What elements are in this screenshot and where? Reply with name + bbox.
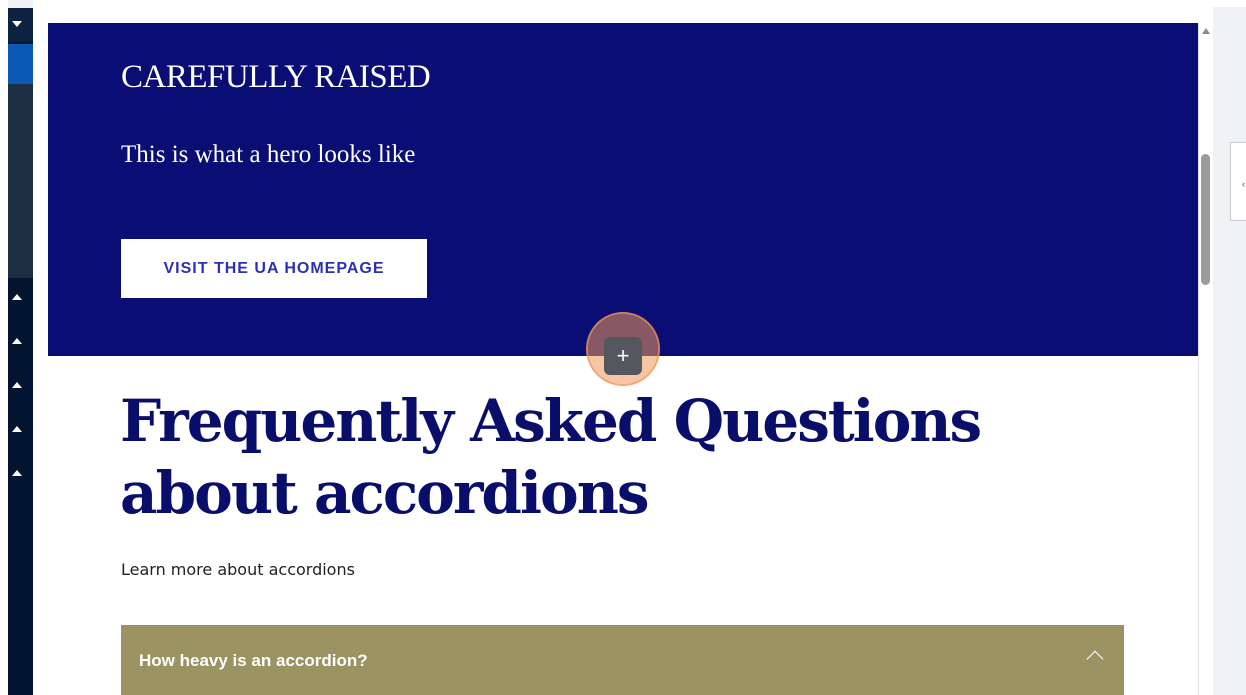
hero-subtitle: This is what a hero looks like bbox=[121, 141, 416, 168]
caret-up-icon[interactable] bbox=[12, 426, 22, 432]
canvas-gutter bbox=[33, 7, 48, 695]
editor-sidebar bbox=[8, 8, 33, 695]
add-block-button[interactable]: + bbox=[604, 337, 642, 375]
caret-up-icon[interactable] bbox=[12, 294, 22, 300]
chevron-left-icon: ‹ bbox=[1242, 179, 1245, 189]
accordion-item[interactable]: How heavy is an accordion? bbox=[121, 625, 1124, 695]
settings-panel-toggle[interactable]: ‹ bbox=[1230, 142, 1246, 221]
faq-subtitle: Learn more about accordions bbox=[121, 560, 355, 579]
plus-icon: + bbox=[616, 343, 630, 368]
caret-up-icon[interactable] bbox=[12, 382, 22, 388]
right-gutter bbox=[1213, 7, 1246, 695]
sidebar-item-active[interactable] bbox=[8, 44, 33, 84]
arrow-up-icon[interactable] bbox=[1202, 28, 1210, 34]
visit-homepage-button[interactable]: VISIT THE UA HOMEPAGE bbox=[121, 239, 427, 298]
sidebar-panel bbox=[8, 84, 33, 278]
preview-canvas: CAREFULLY RAISED This is what a hero loo… bbox=[48, 23, 1198, 695]
chevron-up-icon[interactable] bbox=[1086, 650, 1104, 668]
faq-title-line1: Frequently Asked Questions bbox=[120, 387, 982, 455]
canvas-top-margin bbox=[48, 7, 1213, 23]
caret-up-icon[interactable] bbox=[12, 338, 22, 344]
sidebar-toggle[interactable] bbox=[8, 8, 33, 42]
top-bar bbox=[33, 0, 1246, 7]
accordion-item-label: How heavy is an accordion? bbox=[139, 651, 368, 670]
window-edge bbox=[0, 0, 8, 695]
canvas-scrollbar[interactable] bbox=[1198, 23, 1214, 695]
faq-title-line2: about accordions bbox=[120, 459, 650, 527]
scrollbar-thumb[interactable] bbox=[1201, 154, 1210, 285]
faq-title: Frequently Asked Questions about accordi… bbox=[120, 385, 1080, 529]
hero-section: CAREFULLY RAISED This is what a hero loo… bbox=[48, 23, 1198, 356]
hero-brand: CAREFULLY RAISED bbox=[121, 59, 431, 95]
caret-down-icon[interactable] bbox=[12, 21, 22, 27]
caret-up-icon[interactable] bbox=[12, 470, 22, 476]
